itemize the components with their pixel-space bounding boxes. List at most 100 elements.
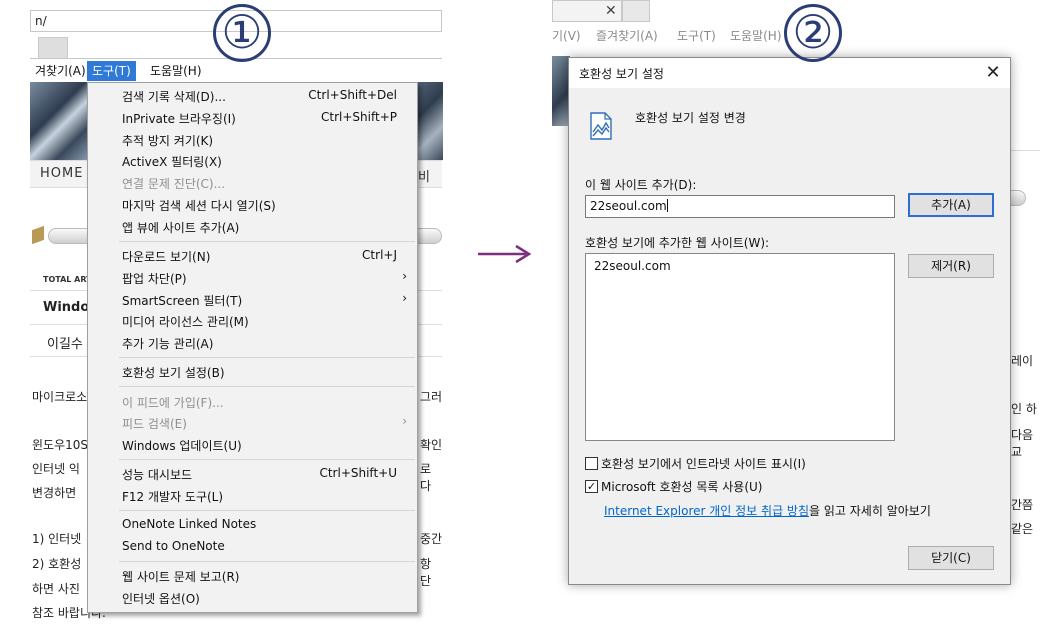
menu-item[interactable]: F12 개발자 도구(L) bbox=[88, 485, 417, 506]
menu-item-label: 검색 기록 삭제(D)... bbox=[122, 90, 226, 104]
menu-item-label: SmartScreen 필터(T) bbox=[122, 293, 243, 308]
menu-separator bbox=[119, 510, 415, 511]
body-text-line: 마이크로소 bbox=[32, 390, 88, 404]
nav-home-link[interactable]: HOME bbox=[40, 166, 83, 181]
add-site-input[interactable]: 22seoul.com bbox=[585, 195, 895, 218]
menu-favorites[interactable]: 겨찾기(A) bbox=[30, 61, 91, 81]
body-text-fragment: 항 단 bbox=[420, 557, 432, 588]
privacy-suffix: 을 읽고 자세히 알아보기 bbox=[809, 504, 931, 518]
submenu-chevron-icon: › bbox=[402, 290, 407, 305]
menu-item[interactable]: 앱 뷰에 사이트 추가(A) bbox=[88, 216, 417, 237]
body-text-fragment: 중간 bbox=[420, 532, 443, 546]
body-text-fragment: 레이 bbox=[1011, 354, 1034, 368]
menu-item[interactable]: 웹 사이트 문제 보고(R) bbox=[88, 565, 417, 586]
menu-item-shortcut: Ctrl+Shift+U bbox=[319, 466, 397, 481]
menu-item-label: Send to OneNote bbox=[122, 539, 225, 554]
menu-item-shortcut: Ctrl+Shift+Del bbox=[308, 88, 397, 102]
intranet-checkbox[interactable] bbox=[585, 457, 598, 470]
menu-help[interactable]: 도움말(H) bbox=[145, 61, 207, 81]
menu-item-label: 연결 문제 진단(C)... bbox=[122, 177, 226, 192]
menu-separator bbox=[119, 459, 415, 460]
menu-item[interactable]: 추적 방지 켜기(K) bbox=[88, 129, 417, 150]
body-text-line: 하면 사진 bbox=[32, 582, 80, 596]
body-text-line: 변경하면 bbox=[32, 486, 77, 500]
left-screenshot: n/ 겨찾기(A) 도구(T) 도움말(H) ① HOME 비 TOTAL AR… bbox=[0, 0, 445, 630]
browser-tab[interactable] bbox=[38, 37, 68, 59]
menu-item[interactable]: 마지막 검색 세션 다시 열기(S) bbox=[88, 194, 417, 215]
dialog-title-bar: 호환성 보기 설정 ✕ bbox=[569, 58, 1010, 88]
menu-item-label: 성능 대시보드 bbox=[122, 468, 193, 483]
post-title[interactable]: Windo bbox=[43, 300, 89, 315]
list-item[interactable]: 22seoul.com bbox=[594, 259, 671, 273]
close-button[interactable]: 닫기(C) bbox=[908, 546, 994, 570]
menu-tools[interactable]: 도구(T) bbox=[87, 61, 136, 81]
close-tab-icon[interactable]: ✕ bbox=[605, 3, 617, 19]
menu-item[interactable]: 추가 기능 관리(A) bbox=[88, 332, 417, 353]
menu-item[interactable]: 미디어 라이선스 관리(M) bbox=[88, 310, 417, 331]
body-text-line: 인터넷 익 bbox=[32, 462, 80, 476]
menu-item-label: 웹 사이트 문제 보고(R) bbox=[122, 570, 240, 585]
submenu-chevron-icon: › bbox=[402, 268, 407, 283]
ms-list-checkbox[interactable]: ✓ bbox=[585, 480, 598, 493]
menu-item[interactable]: 성능 대시보드 Ctrl+Shift+U bbox=[88, 463, 417, 484]
menu-separator bbox=[119, 386, 415, 388]
menu-item-label: 미디어 라이선스 관리(M) bbox=[122, 315, 249, 330]
nav-fragment: 비 bbox=[418, 170, 430, 185]
menu-item-label: 마지막 검색 세션 다시 열기(S) bbox=[122, 199, 276, 213]
menu-item[interactable]: 검색 기록 삭제(D)... Ctrl+Shift+Del bbox=[88, 85, 417, 106]
menu-item[interactable]: SmartScreen 필터(T) › bbox=[88, 289, 417, 310]
close-icon[interactable]: ✕ bbox=[981, 61, 1005, 85]
remove-button[interactable]: 제거(R) bbox=[908, 254, 994, 278]
menu-item-label: OneNote Linked Notes bbox=[122, 517, 257, 532]
site-list[interactable]: 22seoul.com bbox=[585, 253, 895, 441]
menu-item-label: 호환성 보기 설정(B) bbox=[122, 366, 225, 381]
menu-item-label: F12 개발자 도구(L) bbox=[122, 490, 224, 505]
step-callout-1: ① bbox=[213, 4, 271, 62]
menu-item-shortcut: Ctrl+J bbox=[362, 248, 397, 262]
dialog-heading: 호환성 보기 설정 변경 bbox=[635, 111, 746, 125]
menu-item[interactable]: 인터넷 옵션(O) bbox=[88, 587, 417, 608]
menu-item: 연결 문제 진단(C)... bbox=[88, 172, 417, 193]
site-list-label: 호환성 보기에 추가한 웹 사이트(W): bbox=[585, 236, 770, 250]
menu-item-label: 인터넷 옵션(O) bbox=[122, 592, 200, 607]
menu-item[interactable]: Send to OneNote bbox=[88, 536, 417, 557]
arrow-right-icon bbox=[478, 244, 532, 264]
add-site-value: 22seoul.com bbox=[590, 199, 667, 213]
step-callout-2: ② bbox=[784, 4, 842, 62]
menu-bar: 겨찾기(A) 도구(T) 도움말(H) bbox=[30, 60, 445, 82]
new-tab-button[interactable] bbox=[622, 0, 650, 22]
menu-separator bbox=[119, 357, 415, 358]
menu-item[interactable]: 다운로드 보기(N) Ctrl+J bbox=[88, 245, 417, 266]
menu-item-label: 이 피드에 가입(F)... bbox=[122, 395, 224, 410]
menu-item[interactable]: InPrivate 브라우징(I) Ctrl+Shift+P bbox=[88, 107, 417, 128]
privacy-link[interactable]: Internet Explorer 개인 정보 취급 방침 bbox=[604, 504, 809, 518]
body-text-fragment: 다음교 bbox=[1011, 428, 1034, 459]
menu-separator bbox=[119, 240, 415, 242]
intranet-checkbox-label[interactable]: 호환성 보기에서 인트라넷 사이트 표시(I) bbox=[601, 455, 806, 472]
menu-view[interactable]: 기(V) bbox=[552, 27, 581, 44]
menu-item[interactable]: ActiveX 필터링(X) bbox=[88, 150, 417, 171]
menu-tools[interactable]: 도구(T) bbox=[677, 27, 716, 44]
menu-item: 이 피드에 가입(F)... bbox=[88, 391, 417, 412]
menu-item[interactable]: 팝업 차단(P) › bbox=[88, 267, 417, 288]
menu-help[interactable]: 도움말(H) bbox=[730, 27, 782, 44]
menu-item[interactable]: OneNote Linked Notes bbox=[88, 514, 417, 535]
add-button[interactable]: 추가(A) bbox=[908, 193, 994, 217]
ms-list-checkbox-label[interactable]: Microsoft 호환성 목록 사용(U) bbox=[601, 478, 762, 495]
right-screenshot: ✕ 기(V) 즐겨찾기(A) 도구(T) 도움말(H) 레이 인 하 다음교 간… bbox=[552, 0, 1040, 630]
body-text-fragment: 같은 bbox=[1011, 522, 1034, 536]
menu-item-label: InPrivate 브라우징(I) bbox=[122, 111, 236, 126]
menu-item-label: 팝업 차단(P) bbox=[122, 271, 187, 286]
menu-item[interactable]: 호환성 보기 설정(B) bbox=[88, 361, 417, 382]
menu-favorites[interactable]: 즐겨찾기(A) bbox=[596, 27, 658, 44]
menu-item-label: 다운로드 보기(N) bbox=[122, 250, 211, 264]
dialog-title: 호환성 보기 설정 bbox=[579, 67, 664, 81]
body-text-line: 1) 인터넷 bbox=[32, 532, 82, 546]
menu-separator bbox=[119, 561, 415, 562]
menu-item-label: 앱 뷰에 사이트 추가(A) bbox=[122, 220, 240, 235]
menu-item[interactable]: Windows 업데이트(U) bbox=[88, 434, 417, 455]
header-image bbox=[30, 82, 90, 160]
browser-tab[interactable]: ✕ bbox=[552, 0, 622, 22]
body-text-fragment: 간쯤 bbox=[1011, 498, 1034, 512]
menu-item-shortcut: Ctrl+Shift+P bbox=[321, 109, 397, 124]
